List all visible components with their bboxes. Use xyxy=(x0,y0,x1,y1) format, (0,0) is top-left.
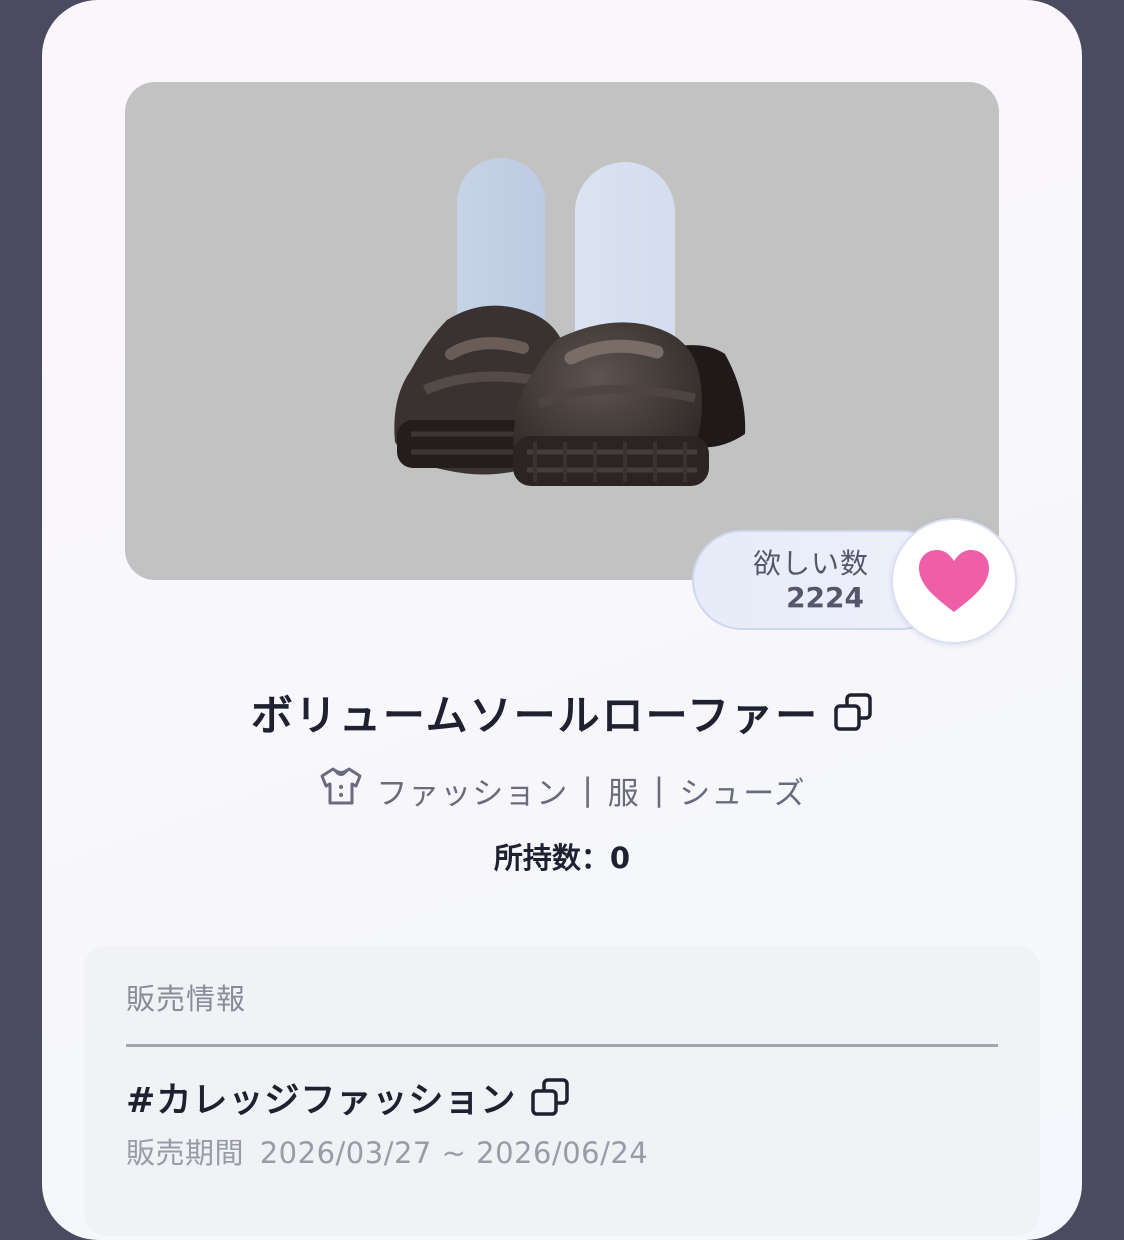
sale-info-panel: 販売情報 #カレッジファッション 販売期間 2026/03/27 ~ 2026/… xyxy=(84,946,1040,1236)
item-image xyxy=(125,82,999,580)
sale-period-label: 販売期間 xyxy=(126,1136,245,1170)
copy-event-icon[interactable] xyxy=(530,1077,570,1117)
item-title: ボリュームソールローファー xyxy=(250,690,820,740)
category-level-1: ファッション xyxy=(376,775,569,812)
wishlist-count: 2224 xyxy=(786,581,864,614)
wishlist-heart-button[interactable] xyxy=(891,518,1017,644)
sale-event-tag: #カレッジファッション xyxy=(126,1080,517,1121)
category-level-3: シューズ xyxy=(679,775,806,812)
owned-count: 所持数：0 xyxy=(493,841,631,875)
clothing-icon xyxy=(318,766,364,814)
category-breadcrumb: ファッション | 服 | シューズ xyxy=(42,766,1082,814)
sale-period-value: 2026/03/27 ~ 2026/06/24 xyxy=(259,1136,649,1170)
item-detail-card: 欲しい数 2224 ボリュームソールローファー ファッション | 服 | シュー… xyxy=(42,0,1082,1240)
sale-info-divider xyxy=(126,1044,998,1047)
loafer-illustration xyxy=(394,158,746,486)
category-separator: | xyxy=(653,772,666,808)
category-separator: | xyxy=(582,772,594,808)
item-title-row: ボリュームソールローファー xyxy=(42,680,1082,744)
heart-icon xyxy=(919,550,989,612)
wishlist-label: 欲しい数 xyxy=(752,547,869,580)
copy-title-icon[interactable] xyxy=(833,692,873,732)
sale-event-row: #カレッジファッション xyxy=(126,1072,570,1122)
sale-info-header: 販売情報 xyxy=(126,982,247,1016)
category-level-2: 服 xyxy=(607,775,640,812)
sale-period: 販売期間 2026/03/27 ~ 2026/06/24 xyxy=(126,1130,648,1172)
